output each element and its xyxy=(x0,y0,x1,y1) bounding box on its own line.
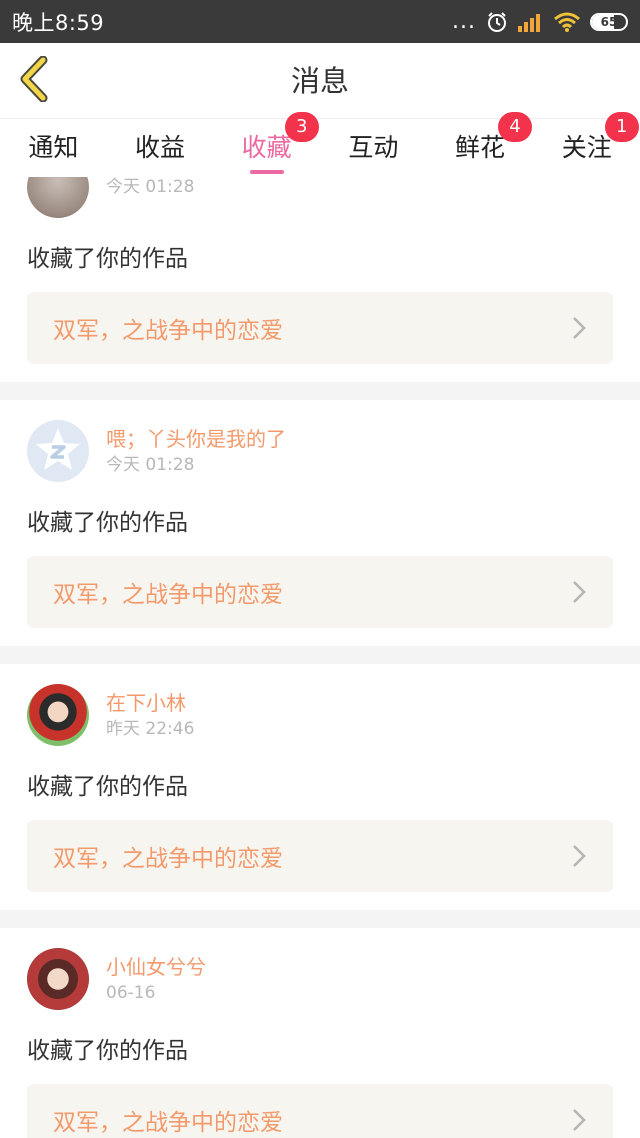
tab-favorites[interactable]: 收藏 3 xyxy=(213,112,320,177)
avatar[interactable] xyxy=(27,684,89,746)
action-text: 收藏了你的作品 xyxy=(27,1038,188,1064)
tab-label: 互动 xyxy=(348,133,399,162)
signal-icon xyxy=(518,12,544,32)
tab-bar: 通知 收益 收藏 3 互动 鲜花 4 关注 1 xyxy=(0,112,640,177)
status-bar: 晚上8:59 ... 65 xyxy=(0,0,640,43)
tab-notifications[interactable]: 通知 xyxy=(0,119,107,177)
divider xyxy=(0,910,640,928)
username[interactable]: 在下小林 xyxy=(106,689,194,717)
timestamp: 06-16 xyxy=(106,983,156,1003)
page-title: 消息 xyxy=(290,64,349,98)
tab-label: 通知 xyxy=(28,133,79,162)
header: 消息 xyxy=(0,43,640,119)
divider xyxy=(0,646,640,664)
tab-label: 鲜花 xyxy=(455,133,506,162)
list-item: 喂；丫头你是我的了 今天 01:28 收藏了你的作品 双军，之战争中的恋爱 xyxy=(0,400,640,646)
tab-following[interactable]: 关注 1 xyxy=(533,112,640,177)
tab-interactions[interactable]: 互动 xyxy=(320,119,427,177)
list-item: 今天 01:28 收藏了你的作品 双军，之战争中的恋爱 xyxy=(0,177,640,382)
work-title: 双军，之战争中的恋爱 xyxy=(53,582,283,608)
avatar[interactable] xyxy=(27,948,89,1010)
list-item: 小仙女兮兮 06-16 收藏了你的作品 双军，之战争中的恋爱 xyxy=(0,928,640,1138)
status-time: 晚上8:59 xyxy=(12,10,105,35)
status-icons: ... 65 xyxy=(452,8,628,34)
battery-icon: 65 xyxy=(590,12,628,31)
avatar[interactable] xyxy=(27,420,89,482)
tab-flowers[interactable]: 鲜花 4 xyxy=(427,112,534,177)
avatar[interactable] xyxy=(27,177,89,218)
more-dots: ... xyxy=(452,8,476,34)
work-link[interactable]: 双军，之战争中的恋爱 xyxy=(27,820,613,892)
user-row: 在下小林 昨天 22:46 xyxy=(27,684,613,746)
tab-badge: 3 xyxy=(284,112,319,142)
username[interactable]: 喂；丫头你是我的了 xyxy=(106,425,286,453)
timestamp: 昨天 22:46 xyxy=(106,719,195,739)
timestamp: 今天 01:28 xyxy=(106,455,195,475)
tab-label: 收益 xyxy=(135,133,186,162)
username[interactable]: 小仙女兮兮 xyxy=(106,953,206,981)
tab-label: 关注 xyxy=(561,133,612,162)
action-text: 收藏了你的作品 xyxy=(27,774,188,800)
work-link[interactable]: 双军，之战争中的恋爱 xyxy=(27,292,613,364)
chevron-right-icon xyxy=(571,316,587,340)
battery-level: 65 xyxy=(600,14,618,29)
chevron-right-icon xyxy=(571,1108,587,1132)
favorites-feed[interactable]: 今天 01:28 收藏了你的作品 双军，之战争中的恋爱 喂；丫头你是我的了 今天… xyxy=(0,177,640,1138)
work-link[interactable]: 双军，之战争中的恋爱 xyxy=(27,556,613,628)
tab-badge: 4 xyxy=(498,112,533,142)
work-title: 双军，之战争中的恋爱 xyxy=(53,318,283,344)
user-row: 喂；丫头你是我的了 今天 01:28 xyxy=(27,420,613,482)
work-link[interactable]: 双军，之战争中的恋爱 xyxy=(27,1084,613,1138)
alarm-icon xyxy=(486,11,508,33)
work-title: 双军，之战争中的恋爱 xyxy=(53,1110,283,1136)
divider xyxy=(0,382,640,400)
chevron-right-icon xyxy=(571,580,587,604)
wifi-icon xyxy=(554,12,580,32)
action-text: 收藏了你的作品 xyxy=(27,510,188,536)
tab-label: 收藏 xyxy=(241,133,292,162)
default-avatar-icon xyxy=(36,428,80,470)
work-title: 双军，之战争中的恋爱 xyxy=(53,846,283,872)
user-row: 今天 01:28 xyxy=(27,177,613,218)
active-tab-indicator xyxy=(249,170,284,174)
tab-earnings[interactable]: 收益 xyxy=(107,119,214,177)
tab-badge: 1 xyxy=(604,112,639,142)
action-text: 收藏了你的作品 xyxy=(27,246,188,272)
timestamp: 今天 01:28 xyxy=(106,177,195,197)
list-item: 在下小林 昨天 22:46 收藏了你的作品 双军，之战争中的恋爱 xyxy=(0,664,640,910)
back-button[interactable] xyxy=(14,55,54,106)
chevron-left-icon xyxy=(17,55,51,106)
chevron-right-icon xyxy=(571,844,587,868)
user-row: 小仙女兮兮 06-16 xyxy=(27,948,613,1010)
